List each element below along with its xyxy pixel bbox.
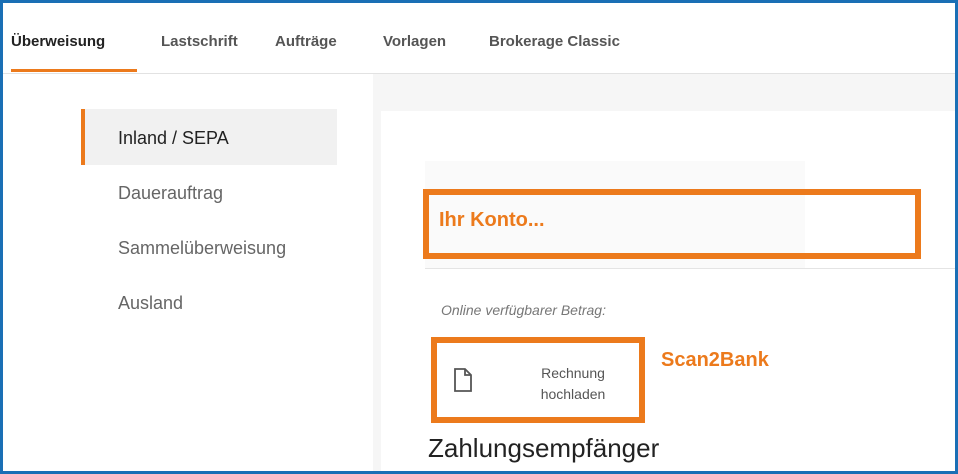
sidebar-item-inland-sepa[interactable]: Inland / SEPA <box>118 128 229 149</box>
sidebar-item-ausland[interactable]: Ausland <box>118 293 183 314</box>
tab-auftraege[interactable]: Aufträge <box>275 33 337 50</box>
scan2bank-label: Scan2Bank <box>661 349 769 371</box>
sidebar-item-sammelueberweisung[interactable]: Sammelüberweisung <box>118 238 286 259</box>
tab-vorlagen[interactable]: Vorlagen <box>383 33 446 50</box>
sidebar-active-indicator <box>81 109 85 165</box>
upload-label-line-2: hochladen <box>540 386 606 402</box>
document-icon <box>454 368 472 392</box>
top-navigation: Überweisung Lastschrift Aufträge Vorlage… <box>3 3 955 74</box>
section-title-payee: Zahlungsempfänger <box>428 433 660 463</box>
tab-ueberweisung[interactable]: Überweisung <box>11 33 105 50</box>
divider <box>425 268 955 269</box>
sidebar-item-dauerauftrag[interactable]: Dauerauftrag <box>118 183 223 204</box>
upload-invoice-label: Rechnung hochladen <box>513 363 633 405</box>
app-frame: Überweisung Lastschrift Aufträge Vorlage… <box>0 0 958 474</box>
tab-lastschrift[interactable]: Lastschrift <box>161 33 238 50</box>
active-tab-indicator <box>11 69 137 72</box>
tab-brokerage-classic[interactable]: Brokerage Classic <box>489 33 620 50</box>
upload-label-line-1: Rechnung <box>541 365 605 381</box>
account-label[interactable]: Ihr Konto... <box>439 209 545 232</box>
available-balance-label: Online verfügbarer Betrag: <box>441 302 606 318</box>
